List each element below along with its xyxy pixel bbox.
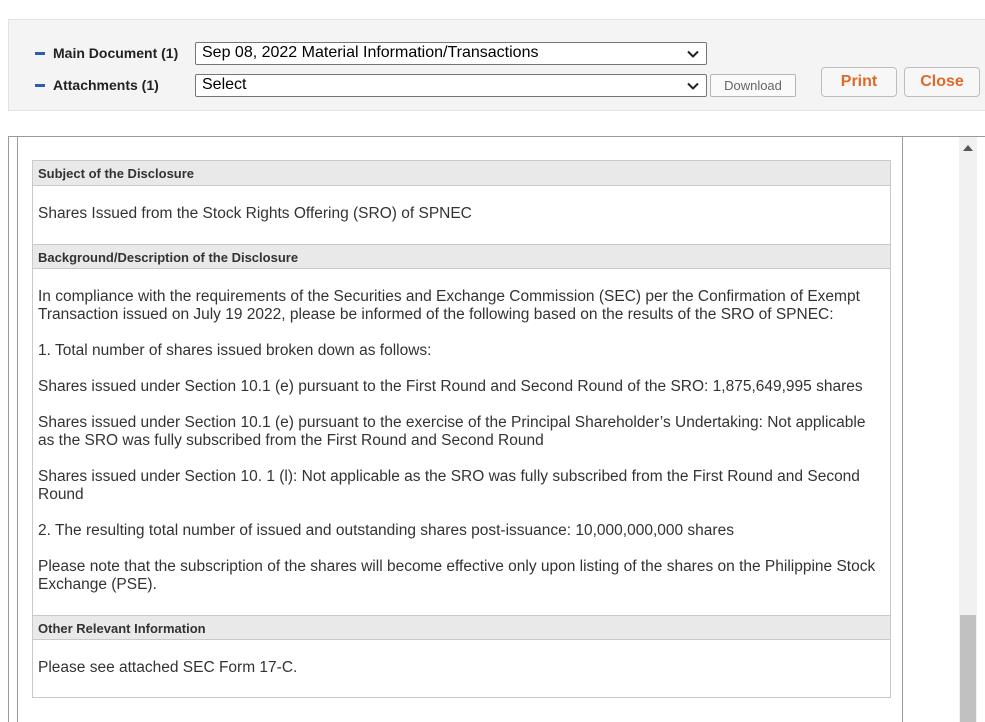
attachments-label: Attachments (1) bbox=[53, 77, 159, 93]
close-button[interactable]: Close bbox=[904, 67, 980, 97]
viewer-left-border bbox=[17, 137, 18, 722]
viewer-right-border bbox=[902, 137, 903, 722]
background-paragraph: Shares issued under Section 10. 1 (l): N… bbox=[38, 468, 860, 503]
download-button[interactable]: Download bbox=[710, 74, 796, 97]
section-heading-other-info: Other Relevant Information bbox=[33, 615, 890, 640]
main-document-label: Main Document (1) bbox=[53, 45, 179, 61]
document-toolbar: Main Document (1) Sep 08, 2022 Material … bbox=[8, 19, 985, 111]
subject-text: Shares Issued from the Stock Rights Offe… bbox=[38, 205, 472, 222]
print-button[interactable]: Print bbox=[821, 67, 897, 97]
collapse-main-document-icon[interactable] bbox=[35, 51, 45, 55]
attachments-select-value: Select bbox=[202, 76, 247, 93]
background-paragraph: 1. Total number of shares issued broken … bbox=[38, 342, 432, 359]
attachments-select[interactable]: Select bbox=[195, 73, 707, 97]
collapse-attachments-icon[interactable] bbox=[35, 83, 45, 87]
section-body-other-info: Please see attached SEC Form 17-C. bbox=[33, 640, 890, 677]
chevron-down-icon bbox=[687, 50, 699, 58]
section-heading-subject: Subject of the Disclosure bbox=[33, 161, 890, 186]
main-document-row: Main Document (1) Sep 08, 2022 Material … bbox=[9, 40, 985, 66]
chevron-down-icon bbox=[687, 82, 699, 90]
main-document-select[interactable]: Sep 08, 2022 Material Information/Transa… bbox=[195, 41, 707, 65]
section-body-background: In compliance with the requirements of t… bbox=[33, 269, 890, 615]
section-heading-background: Background/Description of the Disclosure bbox=[33, 244, 890, 269]
other-info-text: Please see attached SEC Form 17-C. bbox=[38, 659, 298, 676]
background-paragraph: Shares issued under Section 10.1 (e) pur… bbox=[38, 378, 863, 395]
background-paragraph: 2. The resulting total number of issued … bbox=[38, 522, 734, 539]
triangle-up-icon[interactable] bbox=[963, 145, 973, 151]
background-paragraph: Please note that the subscription of the… bbox=[38, 558, 876, 593]
background-paragraph: Shares issued under Section 10.1 (e) pur… bbox=[38, 414, 866, 449]
viewer-scrollbar[interactable] bbox=[959, 137, 977, 722]
background-paragraph: In compliance with the requirements of t… bbox=[38, 288, 860, 323]
section-body-subject: Shares Issued from the Stock Rights Offe… bbox=[33, 186, 890, 244]
scrollbar-thumb[interactable] bbox=[960, 615, 976, 722]
main-document-select-value: Sep 08, 2022 Material Information/Transa… bbox=[202, 44, 539, 61]
disclosure-table: Subject of the Disclosure Shares Issued … bbox=[32, 160, 891, 698]
